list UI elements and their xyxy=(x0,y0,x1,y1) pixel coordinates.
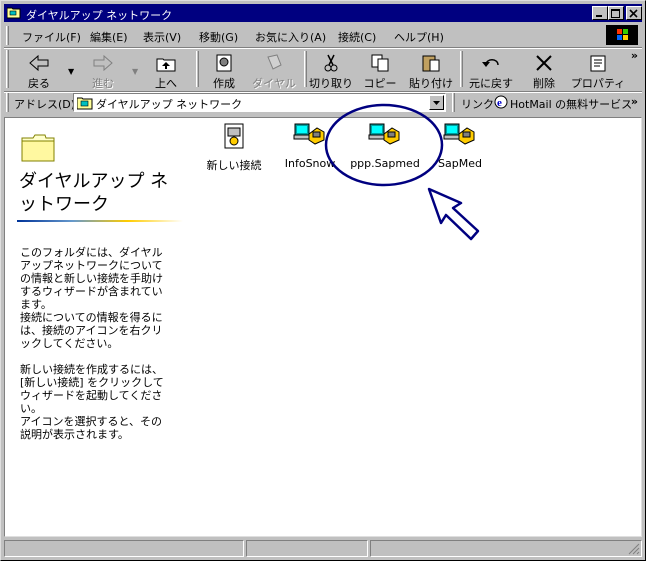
scissors-icon xyxy=(324,54,338,72)
properties-icon xyxy=(590,55,606,72)
forward-arrow-icon xyxy=(93,54,113,72)
minimize-button[interactable] xyxy=(592,6,608,20)
panel-paragraph: アイコンを選択すると、その説明が表示されます。 xyxy=(20,415,163,441)
large-folder-icon xyxy=(21,134,55,162)
panel-title: ダイヤルアップ ネットワーク xyxy=(19,171,169,215)
links-grip[interactable] xyxy=(452,93,455,112)
forward-dropdown-icon[interactable]: ▼ xyxy=(132,67,138,76)
menu-connect[interactable]: 接続(C) xyxy=(338,29,376,45)
maximize-icon xyxy=(611,9,620,18)
forward-button[interactable]: 進む xyxy=(80,51,126,90)
status-pane-main xyxy=(4,540,244,557)
menu-file[interactable]: ファイル(F) xyxy=(22,29,81,45)
menu-help[interactable]: ヘルプ(H) xyxy=(394,29,444,45)
paste-button[interactable]: 貼り付け xyxy=(406,51,456,90)
up-folder-icon xyxy=(156,58,176,72)
standard-toolbar: 戻る ▼ 進む ▼ 上へ 作成 ダイヤル 切り取り コピー 貼り付け 元に戻す … xyxy=(4,49,642,91)
properties-button[interactable]: プロパティ xyxy=(570,51,626,90)
menu-edit[interactable]: 編集(E) xyxy=(90,29,128,45)
toolbar-separator xyxy=(196,51,199,87)
back-dropdown-icon[interactable]: ▼ xyxy=(68,67,74,76)
dial-button[interactable]: ダイヤル xyxy=(250,51,298,90)
menu-go[interactable]: 移動(G) xyxy=(199,29,238,45)
connection-icon xyxy=(443,123,475,145)
menu-bar: ファイル(F) 編集(E) 表示(V) 移動(G) お気に入り(A) 接続(C)… xyxy=(4,25,642,47)
copy-icon xyxy=(371,54,389,72)
windows-logo xyxy=(606,25,638,45)
cut-button[interactable]: 切り取り xyxy=(308,51,354,90)
toolbar-grip[interactable] xyxy=(6,50,9,88)
delete-x-icon xyxy=(536,55,552,71)
new-connection-item[interactable]: 新しい接続 xyxy=(199,122,269,173)
maximize-button[interactable] xyxy=(608,6,624,20)
undo-arrow-icon xyxy=(482,59,499,67)
toolbar-more-chevron[interactable]: » xyxy=(631,49,638,62)
toolbar-separator xyxy=(304,51,307,87)
dialup-folder-icon xyxy=(77,97,93,110)
minimize-icon xyxy=(596,15,602,17)
status-bar xyxy=(4,540,642,558)
links-more-chevron[interactable]: » xyxy=(631,95,638,108)
connection-icon xyxy=(293,123,325,145)
menu-favorites[interactable]: お気に入り(A) xyxy=(255,29,326,45)
title-bar[interactable]: ダイヤルアップ ネットワーク xyxy=(4,4,642,22)
paste-clipboard-icon xyxy=(422,55,440,72)
up-button[interactable]: 上へ xyxy=(144,51,188,90)
svg-text:e: e xyxy=(497,97,502,109)
window-title: ダイヤルアップ ネットワーク xyxy=(26,9,173,22)
links-label[interactable]: リンク xyxy=(461,96,494,112)
address-dropdown-button[interactable] xyxy=(429,95,444,110)
folder-icon xyxy=(7,7,21,19)
connection-icon xyxy=(368,123,400,145)
toolbar-separator xyxy=(460,51,463,87)
hotmail-link[interactable]: HotMail の無料サービス xyxy=(510,96,632,112)
windows-flag-icon xyxy=(617,29,628,40)
create-connection-icon xyxy=(216,54,232,72)
connection-item-ppp-sapmed[interactable]: ppp.Sapmed xyxy=(350,122,420,170)
ie-link-icon: e xyxy=(494,95,508,109)
delete-button[interactable]: 削除 xyxy=(524,51,564,90)
address-value: ダイヤルアップ ネットワーク xyxy=(96,98,243,111)
panel-divider xyxy=(17,220,183,222)
folder-view[interactable]: ダイヤルアップ ネットワーク このフォルダには、ダイヤルアップネットワークについ… xyxy=(4,117,642,537)
close-icon xyxy=(629,9,638,18)
menu-view[interactable]: 表示(V) xyxy=(143,29,181,45)
panel-paragraph: 新しい接続を作成するには、[新しい接続] をクリックしてウィザードを起動してくだ… xyxy=(20,363,164,415)
panel-paragraph: このフォルダには、ダイヤルアップネットワークについての情報と新しい接続を手助けす… xyxy=(20,246,163,311)
new-connection-icon xyxy=(224,123,244,149)
explorer-window: ダイヤルアップ ネットワーク ファイル(F) 編集(E) 表示(V) 移動(G)… xyxy=(0,0,646,561)
create-button[interactable]: 作成 xyxy=(204,51,244,90)
status-pane-zone xyxy=(370,540,642,557)
status-pane-size xyxy=(246,540,368,557)
address-bar: アドレス(D) ダイヤルアップ ネットワーク リンク e HotMail の無料… xyxy=(4,93,642,113)
menu-grip[interactable] xyxy=(6,26,9,45)
back-arrow-icon xyxy=(29,54,49,72)
address-grip[interactable] xyxy=(6,93,9,112)
connection-item-infosnow[interactable]: InfoSnow xyxy=(275,122,345,170)
close-button[interactable] xyxy=(626,6,642,20)
chevron-down-icon xyxy=(433,101,440,105)
resize-grip-icon[interactable] xyxy=(628,543,640,555)
connection-item-sapmed[interactable]: SapMed xyxy=(425,122,495,170)
back-button[interactable]: 戻る xyxy=(16,51,62,90)
copy-button[interactable]: コピー xyxy=(360,51,400,90)
panel-paragraph: 接続についての情報を得るには、接続のアイコンを右クリックしてください。 xyxy=(20,311,163,350)
dial-phone-icon xyxy=(267,54,282,70)
address-input[interactable]: ダイヤルアップ ネットワーク xyxy=(73,93,446,112)
address-label: アドレス(D) xyxy=(14,98,76,111)
undo-button[interactable]: 元に戻す xyxy=(464,51,518,90)
